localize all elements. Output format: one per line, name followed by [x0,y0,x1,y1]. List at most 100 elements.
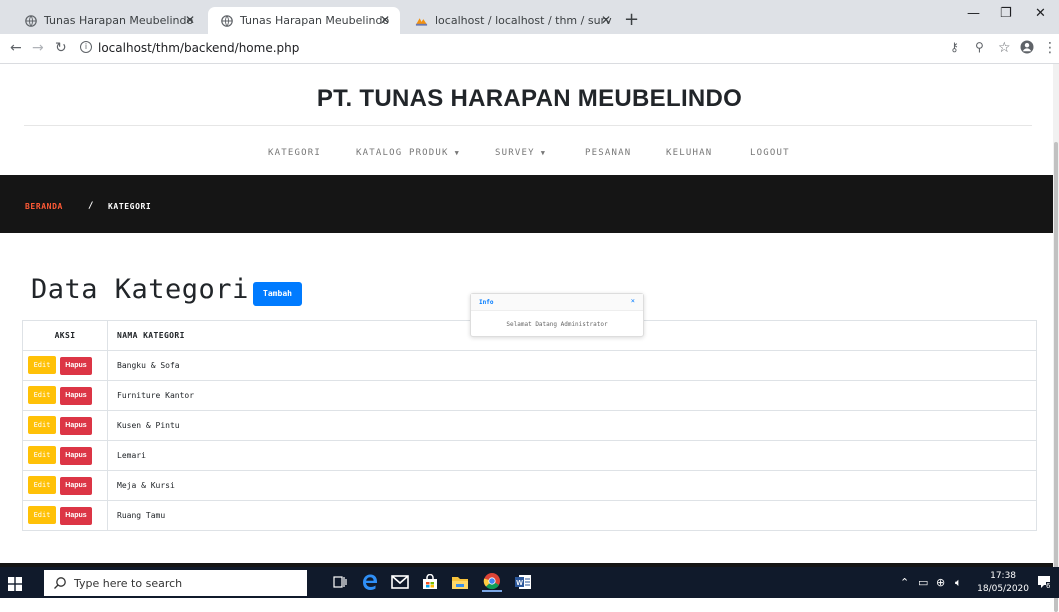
edit-button[interactable]: Edit [28,386,56,404]
svg-text:W: W [516,580,523,587]
delete-button[interactable]: Hapus [60,387,92,405]
toast-message: Selamat Datang Administrator [506,321,608,328]
add-button[interactable]: Tambah [253,282,302,306]
breadcrumb-home-link[interactable]: BERANDA [25,202,63,211]
tab-title: Tunas Harapan Meubelindo [240,14,390,27]
category-name: Meja & Kursi [107,470,1037,501]
page-content: PT. TUNAS HARAPAN MEUBELINDO KATEGORI KA… [0,65,1059,567]
close-icon[interactable]: ✕ [380,13,390,27]
chrome-icon[interactable] [482,572,502,592]
browser-tab-1[interactable]: Tunas Harapan Meubelindo ✕ [12,7,205,34]
table-row: Edit Hapus Furniture Kantor [22,380,1037,411]
delete-button[interactable]: Hapus [60,417,92,435]
table-row: Edit Hapus Ruang Tamu [22,500,1037,531]
zoom-icon[interactable]: ⚲ [975,40,984,54]
edit-button[interactable]: Edit [28,476,56,494]
table-row: Edit Hapus Kusen & Pintu [22,410,1037,441]
info-icon[interactable]: i [80,41,92,53]
phpmyadmin-icon [415,14,428,27]
menu-dots-icon[interactable]: ⋮ [1043,40,1057,56]
taskbar: Type here to search W ⌃ ▭ ⊕ 🔈︎ 17:38 18/… [0,567,1059,598]
info-toast: Info × Selamat Datang Administrator [470,293,644,337]
table-row: Edit Hapus Lemari [22,440,1037,471]
edit-button[interactable]: Edit [28,416,56,434]
breadcrumb-current: KATEGORI [108,202,152,211]
category-table: AKSI NAMA KATEGORI Edit Hapus Bangku & So… [22,320,1037,531]
table-row: Edit Hapus Meja & Kursi [22,470,1037,501]
back-icon[interactable]: ← [10,40,22,56]
taskbar-clock[interactable]: 17:38 18/05/2020 [977,570,1029,596]
address-bar: ← → ↻ i localhost/thm/backend/home.php ⚷… [0,34,1059,64]
caret-down-icon: ▼ [540,149,547,157]
actions-cell: Edit Hapus [22,500,108,531]
actions-cell: Edit Hapus [22,440,108,471]
bookmark-star-icon[interactable]: ☆ [998,40,1011,56]
minimize-icon[interactable]: — [967,6,980,21]
browser-tabstrip: Tunas Harapan Meubelindo ✕ Tunas Harapan… [0,0,1059,34]
edge-icon[interactable] [360,572,380,592]
scrollbar-thumb[interactable] [1054,142,1058,612]
actions-cell: Edit Hapus [22,380,108,411]
close-icon[interactable]: ✕ [601,13,611,27]
url-input[interactable]: localhost/thm/backend/home.php [98,41,299,55]
tray-chevron-up-icon[interactable]: ⌃ [900,576,909,589]
network-icon[interactable]: ⊕ [936,576,945,589]
store-icon[interactable] [420,572,440,592]
search-placeholder: Type here to search [74,577,183,590]
volume-icon[interactable]: 🔈︎ [955,576,962,590]
toast-title: Info [479,299,494,306]
nav-keluhan[interactable]: KELUHAN [666,148,712,158]
page-title: Data Kategori [31,274,249,305]
toast-close-icon[interactable]: × [631,297,635,305]
task-view-icon[interactable] [330,572,350,592]
browser-tab-3[interactable]: localhost / localhost / thm / surv ✕ [403,7,621,34]
toast-header: Info × [471,294,643,311]
breadcrumb: BERANDA / KATEGORI [0,175,1059,233]
edit-button[interactable]: Edit [28,446,56,464]
nav-logout[interactable]: LOGOUT [750,148,790,158]
new-tab-icon[interactable]: + [624,9,639,30]
nav-survey[interactable]: SURVEY ▼ [495,148,546,158]
scrollbar[interactable] [1053,64,1059,612]
edit-button[interactable]: Edit [28,506,56,524]
nav-pesanan[interactable]: PESANAN [585,148,631,158]
close-icon[interactable]: ✕ [185,13,195,27]
delete-button[interactable]: Hapus [60,507,92,525]
battery-icon[interactable]: ▭ [918,576,928,589]
notification-icon[interactable]: 6 [1036,574,1052,593]
caret-down-icon: ▼ [454,149,461,157]
table-row: Edit Hapus Bangku & Sofa [22,350,1037,381]
breadcrumb-separator: / [88,201,94,211]
restore-icon[interactable]: ❐ [1000,6,1012,21]
delete-button[interactable]: Hapus [60,357,92,375]
edit-button[interactable]: Edit [28,356,56,374]
nav-kategori[interactable]: KATEGORI [268,148,321,158]
delete-button[interactable]: Hapus [60,477,92,495]
site-brand[interactable]: PT. TUNAS HARAPAN MEUBELINDO [0,85,1059,113]
clock-time: 17:38 [990,571,1017,581]
windows-start-icon[interactable] [8,576,22,591]
category-name: Ruang Tamu [107,500,1037,531]
taskbar-search[interactable]: Type here to search [44,570,307,596]
close-window-icon[interactable]: ✕ [1035,6,1046,21]
key-icon[interactable]: ⚷ [950,40,959,54]
word-icon[interactable]: W [513,572,533,592]
forward-icon[interactable]: → [32,40,44,56]
category-name: Lemari [107,440,1037,471]
reload-icon[interactable]: ↻ [55,40,67,56]
category-name: Kusen & Pintu [107,410,1037,441]
tab-title: Tunas Harapan Meubelindo [44,14,194,27]
category-name: Bangku & Sofa [107,350,1037,381]
delete-button[interactable]: Hapus [60,447,92,465]
browser-tab-2[interactable]: Tunas Harapan Meubelindo ✕ [208,7,400,34]
globe-icon [24,14,37,27]
mail-icon[interactable] [390,572,410,592]
file-explorer-icon[interactable] [450,572,470,592]
actions-cell: Edit Hapus [22,410,108,441]
notification-count: 6 [1046,582,1051,590]
profile-icon[interactable] [1020,40,1034,58]
nav-katalog-produk[interactable]: KATALOG PRODUK ▼ [356,148,460,158]
nav-label: KATALOG PRODUK [356,148,449,158]
actions-cell: Edit Hapus [22,470,108,501]
clock-date: 18/05/2020 [977,584,1029,594]
